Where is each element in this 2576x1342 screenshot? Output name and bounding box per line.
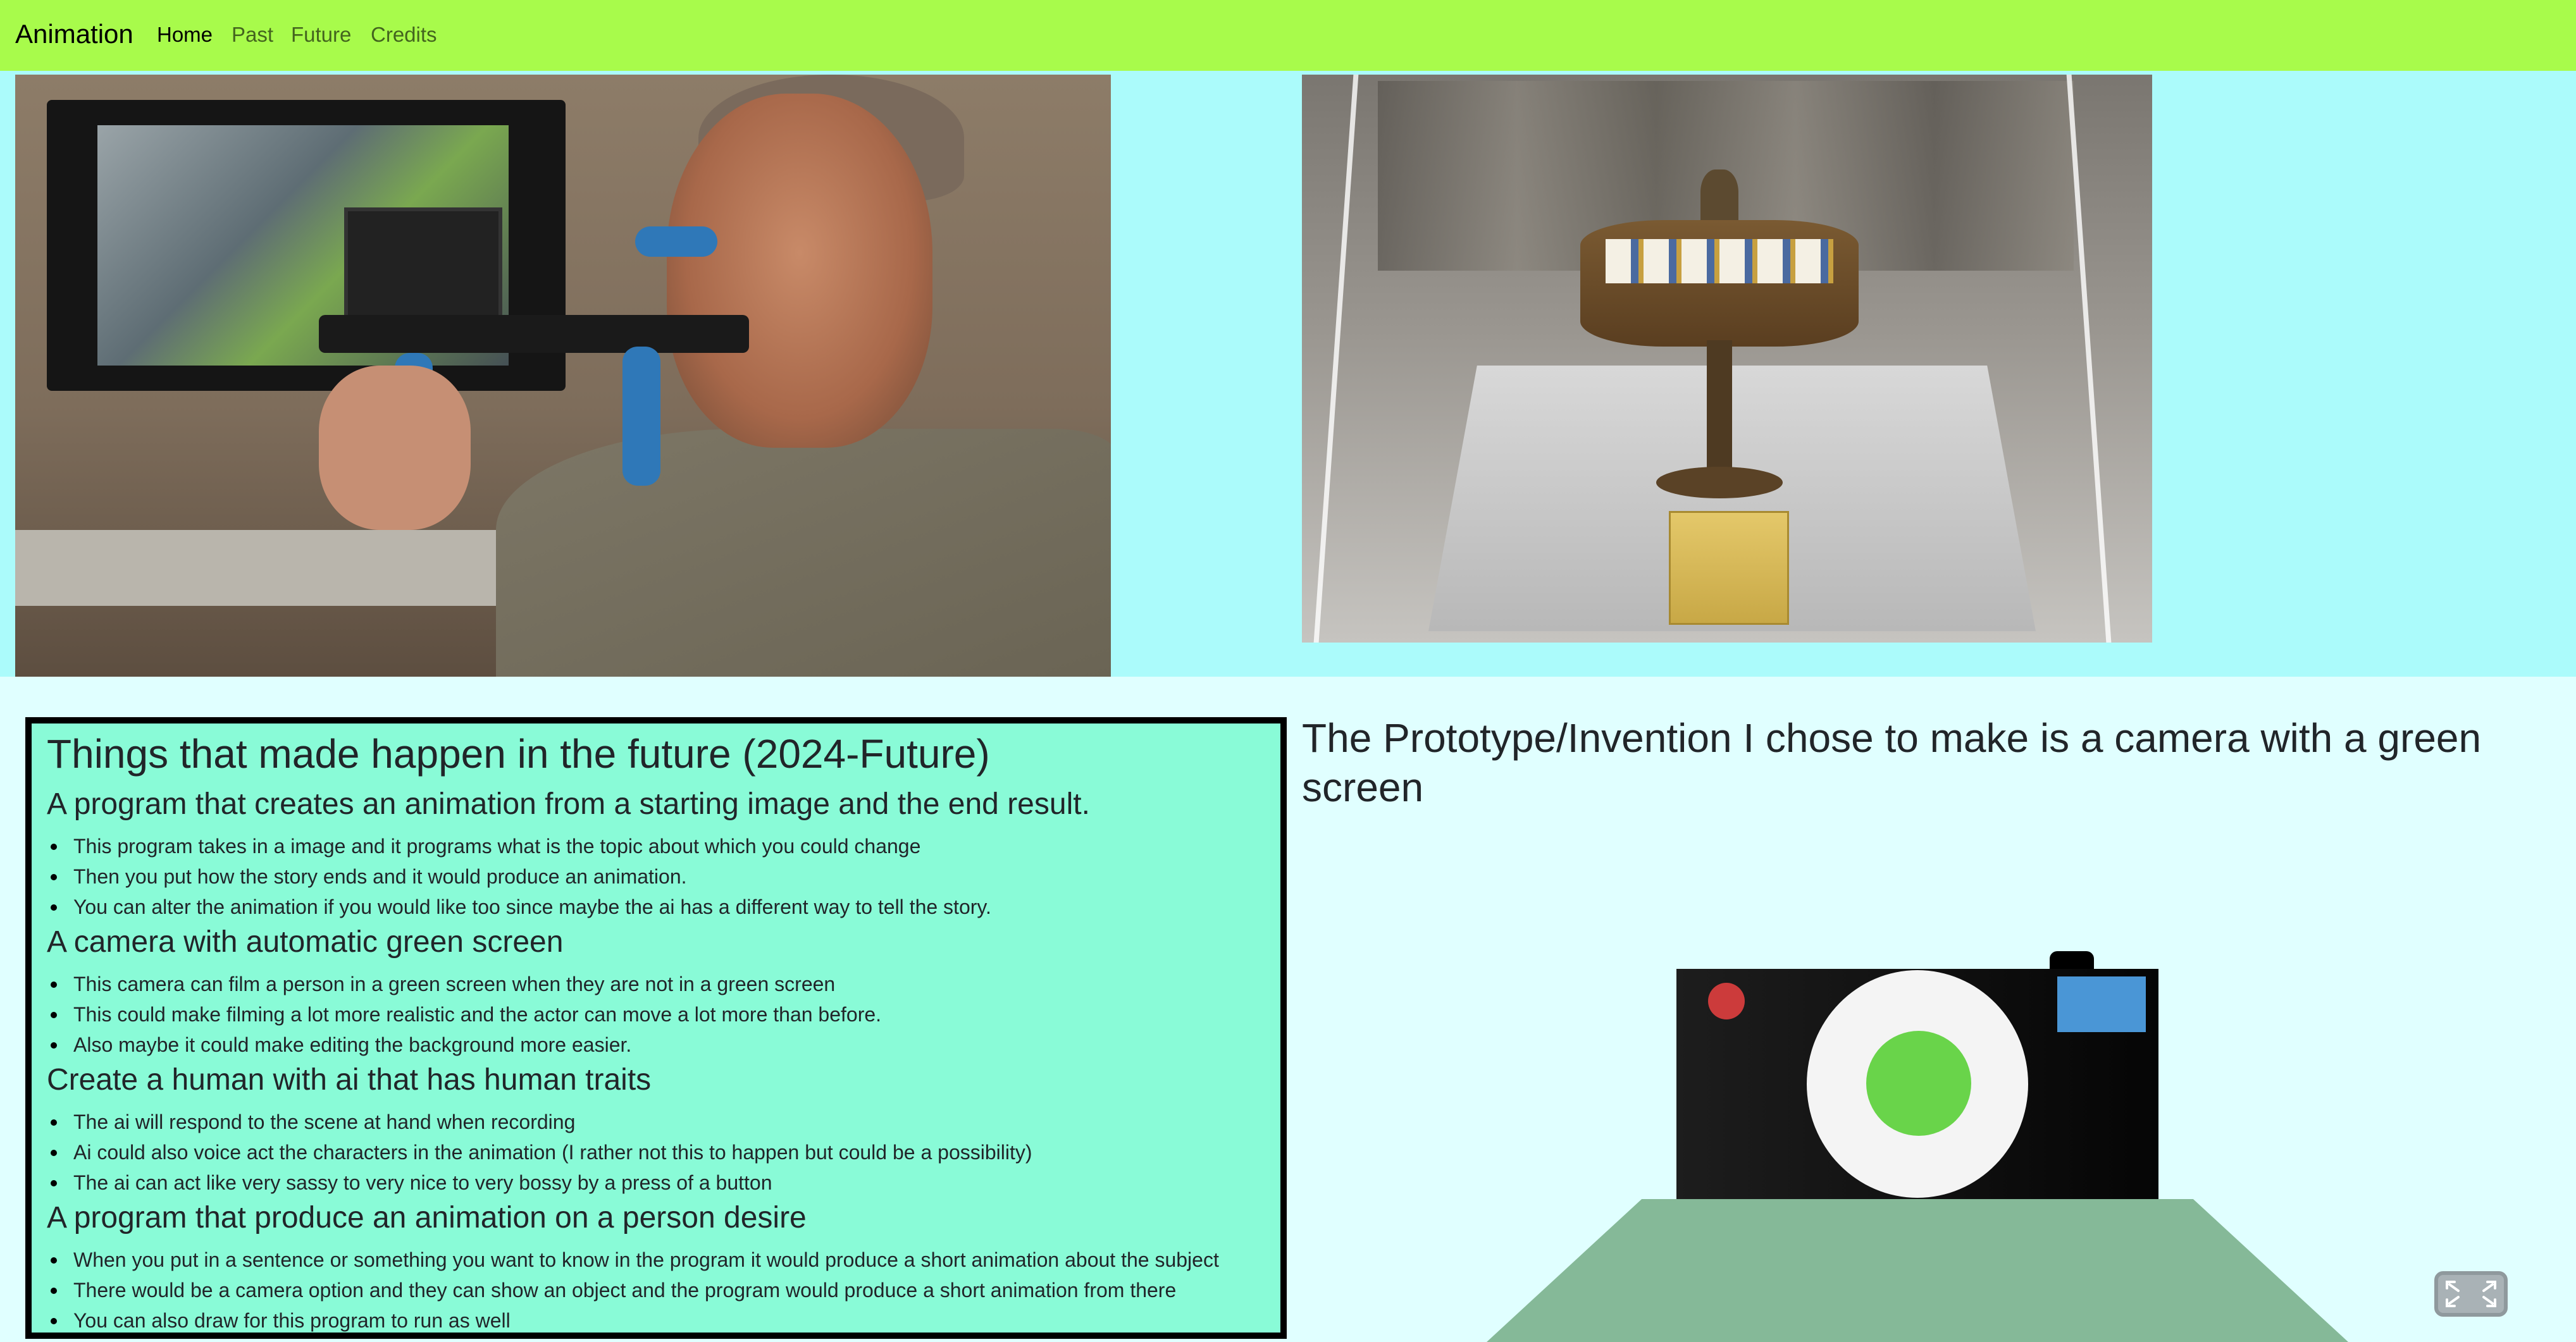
section-heading: A program that produce an animation on a… xyxy=(47,1201,807,1234)
list-item: The ai can act like very sassy to very n… xyxy=(47,1167,1265,1198)
zoetrope-display-photo xyxy=(1302,75,2152,643)
future-title: Things that made happen in the future (2… xyxy=(47,731,990,777)
brand-link[interactable]: Animation xyxy=(15,16,133,52)
list-item: Then you put how the story ends and it w… xyxy=(47,861,1265,892)
future-panel: Things that made happen in the future (2… xyxy=(25,717,1287,1339)
list-item: This program takes in a image and it pro… xyxy=(47,831,1265,861)
nav-link-credits[interactable]: Credits xyxy=(371,19,437,51)
navbar: Animation Home Past Future Credits xyxy=(0,0,2576,71)
camera-flash xyxy=(1708,983,1745,1019)
camera-viewfinder xyxy=(2057,976,2146,1032)
camera-lens xyxy=(1866,1031,1971,1136)
list-item: You can also draw for this program to ru… xyxy=(47,1305,1265,1336)
camera-shutter-button xyxy=(2050,951,2094,970)
list-item: When you put in a sentence or something … xyxy=(47,1245,1265,1275)
list-item: Also maybe it could make editing the bac… xyxy=(47,1030,1265,1060)
section-heading: A camera with automatic green screen xyxy=(47,925,564,959)
man-with-camera-rig-photo xyxy=(15,75,1111,677)
bullet-list: This camera can film a person in a green… xyxy=(47,969,1265,1060)
list-item: The ai will respond to the scene at hand… xyxy=(47,1107,1265,1137)
bullet-list: When you put in a sentence or something … xyxy=(47,1245,1265,1336)
section-heading: Create a human with ai that has human tr… xyxy=(47,1063,652,1097)
list-item: This camera can film a person in a green… xyxy=(47,969,1265,999)
image-band xyxy=(0,71,2576,677)
fullscreen-button[interactable] xyxy=(2434,1271,2508,1317)
bullet-list: This program takes in a image and it pro… xyxy=(47,831,1265,922)
nav-link-home[interactable]: Home xyxy=(157,19,213,51)
list-item: There would be a camera option and they … xyxy=(47,1275,1265,1305)
list-item: You can alter the animation if you would… xyxy=(47,892,1265,922)
nav-link-future[interactable]: Future xyxy=(291,19,351,51)
section-heading: A program that creates an animation from… xyxy=(47,787,1090,821)
bullet-list: The ai will respond to the scene at hand… xyxy=(47,1107,1265,1198)
nav-link-past[interactable]: Past xyxy=(232,19,273,51)
camera-tripod xyxy=(1487,1199,2348,1342)
fullscreen-icon xyxy=(2446,1281,2496,1307)
list-item: This could make filming a lot more reali… xyxy=(47,999,1265,1030)
prototype-title: The Prototype/Invention I chose to make … xyxy=(1302,715,2482,810)
list-item: Ai could also voice act the characters i… xyxy=(47,1137,1265,1167)
